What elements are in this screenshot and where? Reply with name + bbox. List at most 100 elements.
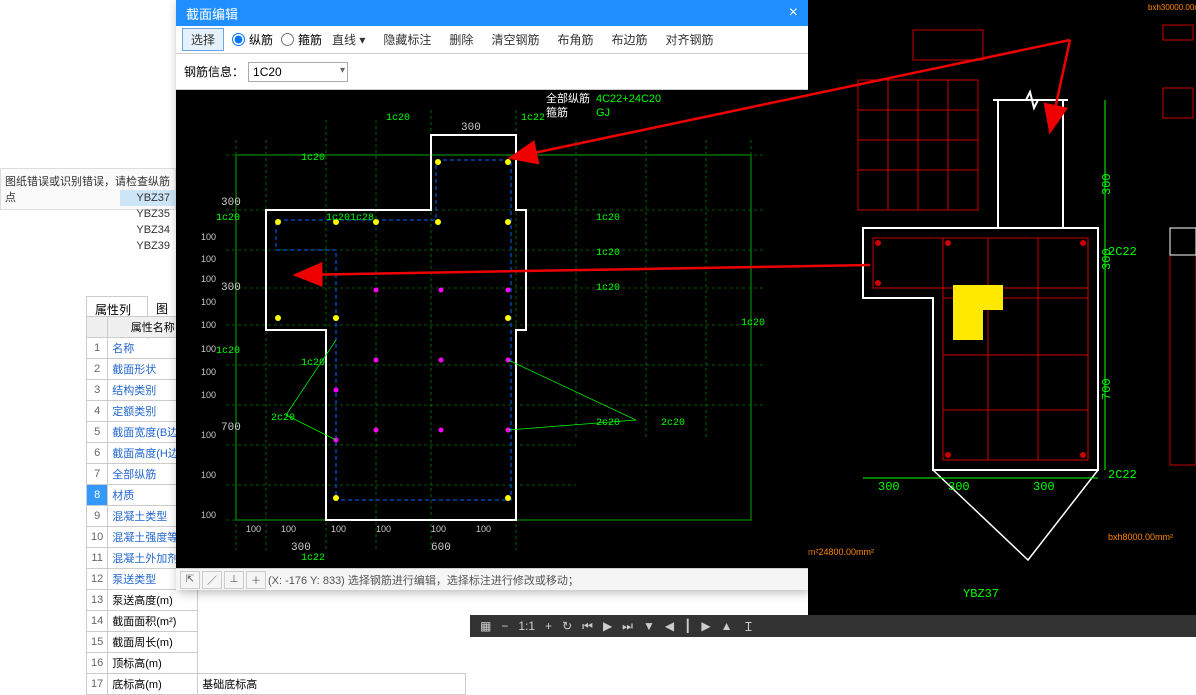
svg-text:1c20: 1c20: [386, 113, 410, 124]
rebar-info-label: 钢筋信息：: [184, 63, 244, 80]
clear-rebar-button[interactable]: 清空钢筋: [483, 29, 547, 50]
svg-text:100: 100: [201, 344, 216, 354]
rebar-info-row: 钢筋信息： 1C20 ▾: [176, 54, 808, 90]
cursor-icon[interactable]: Ｉ: [742, 618, 754, 635]
svg-text:100: 100: [201, 390, 216, 400]
stirrup-label: 箍筋: [298, 31, 322, 48]
tool-line-icon[interactable]: ／: [202, 571, 222, 589]
component-item[interactable]: YBZ34: [120, 222, 176, 238]
play-icon[interactable]: ▶: [603, 619, 612, 633]
right-icon[interactable]: ▶: [701, 619, 710, 633]
zoom-ratio[interactable]: 1:1: [518, 619, 535, 633]
select-button[interactable]: 选择: [182, 28, 224, 51]
rotate-icon[interactable]: ↻: [562, 619, 572, 633]
svg-text:300: 300: [1100, 173, 1114, 195]
svg-text:1c20: 1c20: [216, 346, 240, 357]
dialog-titlebar[interactable]: 截面编辑 ×: [176, 0, 808, 26]
hide-label-button[interactable]: 隐藏标注: [375, 29, 439, 50]
svg-text:100: 100: [201, 367, 216, 377]
svg-text:m²24800.00mm²: m²24800.00mm²: [808, 547, 874, 557]
header-num: [87, 317, 108, 338]
rebar-info-combo[interactable]: 1C20 ▾: [248, 62, 348, 82]
svg-text:1c201c28: 1c201c28: [326, 213, 374, 224]
svg-text:100: 100: [201, 510, 216, 520]
svg-text:100: 100: [201, 274, 216, 284]
svg-text:YBZ37: YBZ37: [963, 587, 999, 601]
component-list: YBZ37 YBZ35 YBZ34 YBZ39: [120, 190, 176, 254]
table-row[interactable]: 17底标高(m)基础底标高: [87, 674, 466, 695]
svg-text:1c20: 1c20: [596, 283, 620, 294]
svg-text:100: 100: [201, 297, 216, 307]
svg-text:100: 100: [201, 470, 216, 480]
svg-text:300: 300: [1033, 480, 1055, 494]
svg-text:2C22: 2C22: [1108, 468, 1137, 482]
svg-text:300: 300: [461, 122, 481, 134]
table-row[interactable]: 16顶标高(m): [87, 653, 466, 674]
delete-button[interactable]: 删除: [441, 29, 481, 50]
component-item[interactable]: YBZ35: [120, 206, 176, 222]
cad-viewport[interactable]: 300 300 300 2C22 2C22 300 300 700 YBZ37 …: [808, 0, 1196, 637]
dialog-title: 截面编辑: [186, 4, 238, 23]
stirrup-radio[interactable]: [281, 33, 294, 46]
svg-text:2c20: 2c20: [271, 413, 295, 424]
dropdown-icon: ▾: [340, 65, 345, 76]
svg-text:1c20: 1c20: [596, 248, 620, 259]
svg-text:100: 100: [431, 524, 446, 534]
svg-text:700: 700: [221, 422, 241, 434]
svg-text:100: 100: [201, 254, 216, 264]
svg-text:300: 300: [221, 282, 241, 294]
table-row[interactable]: 14截面面积(m²): [87, 611, 466, 632]
table-row[interactable]: 15截面周长(m): [87, 632, 466, 653]
svg-text:bxh8000.00mm²: bxh8000.00mm²: [1108, 532, 1173, 542]
section-editor-dialog: 截面编辑 × 选择 纵筋 箍筋 直线 ▾ 隐藏标注 删除 清空钢筋 布角筋 布边…: [176, 0, 808, 590]
svg-text:100: 100: [376, 524, 391, 534]
svg-text:1c20: 1c20: [216, 213, 240, 224]
corner-button[interactable]: 布角筋: [549, 29, 601, 50]
zoom-in-icon[interactable]: +: [545, 619, 552, 633]
edge-button[interactable]: 布边筋: [603, 29, 655, 50]
svg-text:全部纵筋: 全部纵筋: [546, 91, 590, 105]
svg-text:2c20: 2c20: [661, 418, 685, 429]
long-rebar-label: 纵筋: [249, 31, 273, 48]
skip-fwd-icon[interactable]: ⏭: [622, 619, 633, 634]
component-item[interactable]: YBZ39: [120, 238, 176, 254]
svg-text:1c22: 1c22: [301, 553, 325, 564]
tool-pan-icon[interactable]: ⇱: [180, 571, 200, 589]
svg-text:100: 100: [201, 232, 216, 242]
tool-plus-icon[interactable]: ＋: [246, 571, 266, 589]
align-button[interactable]: 对齐钢筋: [657, 29, 721, 50]
up-icon[interactable]: ▲: [721, 619, 733, 633]
long-rebar-radio[interactable]: [232, 33, 245, 46]
svg-text:1c20: 1c20: [741, 318, 765, 329]
zoom-out-icon[interactable]: −: [501, 619, 508, 633]
svg-text:1c22: 1c22: [521, 113, 545, 124]
svg-text:100: 100: [201, 320, 216, 330]
svg-text:300: 300: [878, 480, 900, 494]
close-icon[interactable]: ×: [789, 4, 798, 22]
grid-icon[interactable]: ▦: [480, 619, 491, 633]
svg-text:GJ: GJ: [596, 107, 610, 119]
skip-back-icon[interactable]: ⏮: [582, 619, 593, 634]
svg-text:100: 100: [476, 524, 491, 534]
section-canvas[interactable]: 300 300 300 700 300 600 100100100 100100…: [176, 90, 808, 568]
svg-text:700: 700: [1100, 378, 1114, 400]
svg-text:300: 300: [221, 197, 241, 209]
svg-text:100: 100: [281, 524, 296, 534]
svg-text:箍筋: 箍筋: [546, 105, 568, 119]
vbar-icon[interactable]: ┃: [684, 619, 691, 633]
left-panel: 图纸错误或识别错误，请检查纵筋点 YBZ37 YBZ35 YBZ34 YBZ39…: [0, 0, 176, 637]
svg-text:bxh30000.00mm²: bxh30000.00mm²: [1148, 3, 1196, 12]
component-item[interactable]: YBZ37: [120, 190, 176, 206]
table-row[interactable]: 13泵送高度(m): [87, 590, 466, 611]
svg-text:1c20: 1c20: [596, 213, 620, 224]
down-icon[interactable]: ▼: [643, 619, 655, 633]
bottom-statusbar: ▦ − 1:1 + ↻ ⏮ ▶ ⏭ ▼ ◀ ┃ ▶ ▲ Ｉ: [470, 615, 1196, 637]
status-coords: (X: -176 Y: 833) 选择钢筋进行编辑，选择标注进行修改或移动；: [268, 572, 579, 588]
svg-text:600: 600: [431, 542, 451, 554]
left-icon[interactable]: ◀: [665, 619, 674, 633]
svg-text:100: 100: [331, 524, 346, 534]
line-button[interactable]: 直线 ▾: [324, 29, 373, 50]
svg-text:100: 100: [246, 524, 261, 534]
svg-text:2c20: 2c20: [596, 418, 620, 429]
tool-perp-icon[interactable]: ⊥: [224, 571, 244, 589]
